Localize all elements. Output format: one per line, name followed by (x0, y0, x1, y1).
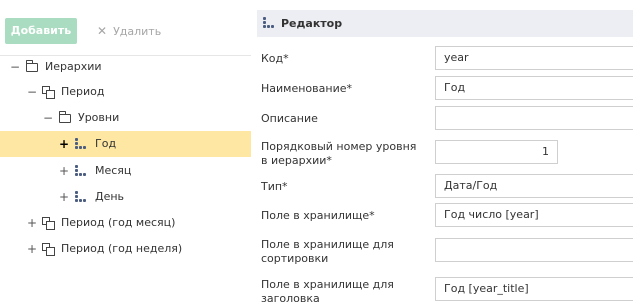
collapse-toggle[interactable]: − (9, 54, 21, 80)
editor-panel: Редактор Код* year Наименование* Год Опи… (251, 0, 633, 308)
tree-item-hierarchies[interactable]: − Иерархии (0, 54, 251, 80)
hierarchy-panel: Добавить ✕ Удалить − Иерархии − Период − … (0, 0, 251, 308)
tree-item-year[interactable]: + Год (0, 131, 251, 157)
title-field-label: Поле в хранилище для заголовка (261, 278, 394, 305)
title-field-select[interactable]: Год [year_title] (435, 277, 633, 301)
hierarchy-icon (42, 210, 55, 230)
level-icon (263, 17, 275, 29)
expand-toggle[interactable]: + (26, 210, 38, 236)
code-label: Код* (261, 52, 289, 65)
description-label: Описание (261, 112, 318, 125)
tree-item-label: Уровни (78, 111, 120, 124)
close-icon: ✕ (97, 24, 108, 38)
editor-header: Редактор (257, 10, 633, 37)
storage-field-select[interactable]: Год число [year] (435, 203, 633, 227)
storage-field-label: Поле в хранилище* (261, 209, 375, 222)
tree-item-label: Год (95, 137, 117, 150)
name-input[interactable]: Год (435, 76, 633, 100)
tree-item-levels[interactable]: − Уровни (0, 105, 251, 131)
name-label: Наименование* (261, 82, 352, 95)
level-icon (75, 158, 87, 177)
tree-item-period[interactable]: − Период (0, 79, 251, 105)
code-input[interactable]: year (435, 46, 633, 70)
editor-title: Редактор (281, 17, 343, 30)
tree-item-label: Период (год неделя) (61, 242, 183, 255)
tree-item-label: День (95, 190, 125, 203)
tree-item-label: Иерархии (45, 60, 102, 73)
level-icon (75, 184, 87, 203)
delete-button[interactable]: ✕ Удалить (97, 18, 161, 44)
type-select[interactable]: Дата/Год (435, 174, 633, 198)
tree-item-month[interactable]: + Месяц (0, 158, 251, 184)
sort-field-select[interactable] (435, 238, 633, 262)
hierarchy-icon (42, 79, 55, 99)
order-label: Порядковый номер уровня в иерархии* (261, 140, 417, 167)
expand-toggle[interactable]: + (58, 158, 70, 184)
level-icon (75, 131, 87, 150)
tree-item-label: Период (год месяц) (61, 216, 176, 229)
type-label: Тип* (261, 180, 288, 193)
tree-item-label: Месяц (95, 164, 132, 177)
description-input[interactable] (435, 106, 633, 130)
tree-item-period-year-month[interactable]: + Период (год месяц) (0, 210, 251, 236)
collapse-toggle[interactable]: − (42, 105, 54, 131)
add-button[interactable]: Добавить (5, 18, 77, 44)
folder-icon (59, 105, 71, 123)
tree-toolbar: Добавить ✕ Удалить (0, 0, 251, 56)
tree-item-period-year-week[interactable]: + Период (год неделя) (0, 236, 251, 262)
hierarchy-icon (42, 236, 55, 256)
tree-item-day[interactable]: + День (0, 184, 251, 210)
expand-toggle[interactable]: + (26, 236, 38, 262)
expand-toggle[interactable]: + (58, 131, 70, 157)
delete-label: Удалить (113, 25, 162, 38)
order-number-input[interactable]: 1 (435, 140, 558, 164)
expand-toggle[interactable]: + (58, 184, 70, 210)
sort-field-label: Поле в хранилище для сортировки (261, 238, 394, 265)
collapse-toggle[interactable]: − (26, 79, 38, 105)
folder-icon (26, 54, 38, 72)
tree-item-label: Период (61, 85, 105, 98)
